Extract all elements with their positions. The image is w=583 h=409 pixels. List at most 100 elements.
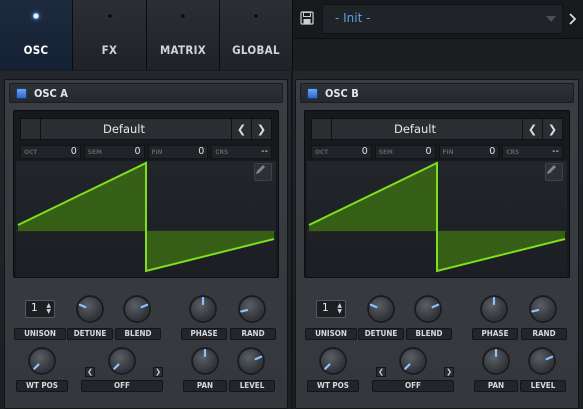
detune-knob[interactable] xyxy=(75,294,105,324)
chevron-right-icon xyxy=(569,13,577,25)
tab-osc[interactable]: OSC xyxy=(0,0,73,70)
waveform-display xyxy=(16,161,276,277)
rand-label: RAND xyxy=(230,328,276,340)
level-knob[interactable] xyxy=(527,346,557,376)
param-oct[interactable]: OCT 0 xyxy=(311,145,372,159)
param-value: 0 xyxy=(361,146,368,157)
phase-knob[interactable] xyxy=(479,294,509,324)
wavetable-selector[interactable]: Default ❮ ❯ xyxy=(311,118,563,140)
param-fin[interactable]: FIN 0 xyxy=(147,145,209,159)
tab-fx[interactable]: FX xyxy=(73,0,147,70)
warp-label: OFF xyxy=(372,380,454,392)
param-name: CRS xyxy=(506,148,520,156)
oscillator-editor: Default ❮ ❯ OCT 0 SEM 0 FIN 0 CRS -- xyxy=(304,110,570,278)
phase-knob[interactable] xyxy=(188,294,218,324)
param-fin[interactable]: FIN 0 xyxy=(438,145,500,159)
param-crs[interactable]: CRS -- xyxy=(502,145,563,159)
tab-label: FX xyxy=(101,43,118,57)
edit-wavetable-button[interactable] xyxy=(254,163,272,181)
save-button[interactable] xyxy=(297,8,317,28)
rand-knob[interactable] xyxy=(528,294,558,324)
param-value: 0 xyxy=(70,146,77,157)
top-bar: OSC FX MATRIX GLOBAL - Init - xyxy=(0,0,583,70)
chevron-left-icon: ❮ xyxy=(378,368,384,376)
rand-label: RAND xyxy=(521,328,567,340)
warp-knob[interactable] xyxy=(107,346,137,376)
level-knob[interactable] xyxy=(236,346,266,376)
warp-knob[interactable] xyxy=(398,346,428,376)
wavetable-next-button[interactable]: ❯ xyxy=(542,119,562,139)
wt-pos-knob[interactable] xyxy=(27,346,57,376)
param-value: 0 xyxy=(198,146,205,157)
wavetable-prev-button[interactable]: ❮ xyxy=(522,119,542,139)
wt-pos-label: WT POS xyxy=(307,380,359,392)
preset-selector[interactable]: - Init - xyxy=(322,4,563,34)
preset-next-button[interactable] xyxy=(566,9,580,29)
wavetable-selector[interactable]: Default ❮ ❯ xyxy=(20,118,272,140)
warp-next-button[interactable]: ❯ xyxy=(153,367,163,377)
blend-knob[interactable] xyxy=(413,294,443,324)
pitch-params: OCT 0 SEM 0 FIN 0 CRS -- xyxy=(311,145,563,159)
floppy-disk-icon xyxy=(300,11,314,25)
pan-knob[interactable] xyxy=(481,346,511,376)
unison-label: UNISON xyxy=(305,328,357,340)
tab-led xyxy=(180,13,186,19)
unison-stepper[interactable]: 1 ▲ ▼ xyxy=(316,300,346,318)
edit-wavetable-button[interactable] xyxy=(545,163,563,181)
tab-matrix[interactable]: MATRIX xyxy=(147,0,220,70)
tab-global[interactable]: GLOBAL xyxy=(220,0,293,70)
pencil-icon xyxy=(547,165,556,174)
param-value: 0 xyxy=(489,146,496,157)
param-name: FIN xyxy=(442,148,454,156)
pan-label: PAN xyxy=(474,380,518,392)
wt-pos-label: WT POS xyxy=(16,380,68,392)
up-down-arrows-icon: ▲ ▼ xyxy=(46,302,51,315)
warp-prev-button[interactable]: ❮ xyxy=(376,367,386,377)
wavetable-prev-button[interactable]: ❮ xyxy=(231,119,251,139)
wavetable-name: Default xyxy=(102,122,146,136)
wavetable-next-button[interactable]: ❯ xyxy=(251,119,271,139)
chevron-right-icon: ❯ xyxy=(256,122,267,136)
chevron-right-icon: ❯ xyxy=(446,368,452,376)
tab-label: MATRIX xyxy=(159,43,207,57)
unison-stepper[interactable]: 1 ▲ ▼ xyxy=(25,300,55,318)
unison-value: 1 xyxy=(322,302,329,314)
rand-knob[interactable] xyxy=(237,294,267,324)
tab-led xyxy=(106,13,113,19)
top-bar-empty-area xyxy=(293,38,583,70)
param-value: -- xyxy=(261,146,268,157)
osc-b-panel: OSC B Default ❮ ❯ OCT 0 SEM 0 FIN 0 CRS -- xyxy=(295,79,579,409)
level-label: LEVEL xyxy=(229,380,275,392)
param-sem[interactable]: SEM 0 xyxy=(83,145,145,159)
oscillator-editor: Default ❮ ❯ OCT 0 SEM 0 FIN 0 CRS -- xyxy=(13,110,279,278)
blend-knob[interactable] xyxy=(122,294,152,324)
chevron-left-icon: ❮ xyxy=(87,368,93,376)
param-name: CRS xyxy=(215,148,229,156)
osc-power-toggle[interactable] xyxy=(307,88,318,99)
param-name: OCT xyxy=(24,148,38,156)
param-name: OCT xyxy=(315,148,329,156)
pan-knob[interactable] xyxy=(190,346,220,376)
param-name: FIN xyxy=(151,148,163,156)
warp-next-button[interactable]: ❯ xyxy=(444,367,454,377)
tab-label: OSC xyxy=(23,43,49,57)
chevron-right-icon: ❯ xyxy=(155,368,161,376)
osc-controls: 1 ▲ ▼ UNISON DETUNE BLEND PHASE RAND WT PO… xyxy=(5,280,287,408)
osc-header: OSC A xyxy=(9,83,283,103)
warp-prev-button[interactable]: ❮ xyxy=(85,367,95,377)
warp-label: OFF xyxy=(81,380,163,392)
param-crs[interactable]: CRS -- xyxy=(211,145,272,159)
param-sem[interactable]: SEM 0 xyxy=(374,145,436,159)
blend-label: BLEND xyxy=(115,328,161,340)
chevron-left-icon: ❮ xyxy=(527,122,538,136)
phase-label: PHASE xyxy=(181,328,227,340)
preset-name: - Init - xyxy=(335,11,371,25)
detune-knob[interactable] xyxy=(366,294,396,324)
param-oct[interactable]: OCT 0 xyxy=(20,145,81,159)
pencil-icon xyxy=(256,165,265,174)
osc-power-toggle[interactable] xyxy=(16,88,27,99)
unison-label: UNISON xyxy=(14,328,66,340)
param-value: 0 xyxy=(134,146,141,157)
wt-pos-knob[interactable] xyxy=(318,346,348,376)
sawtooth-wave xyxy=(307,161,567,273)
